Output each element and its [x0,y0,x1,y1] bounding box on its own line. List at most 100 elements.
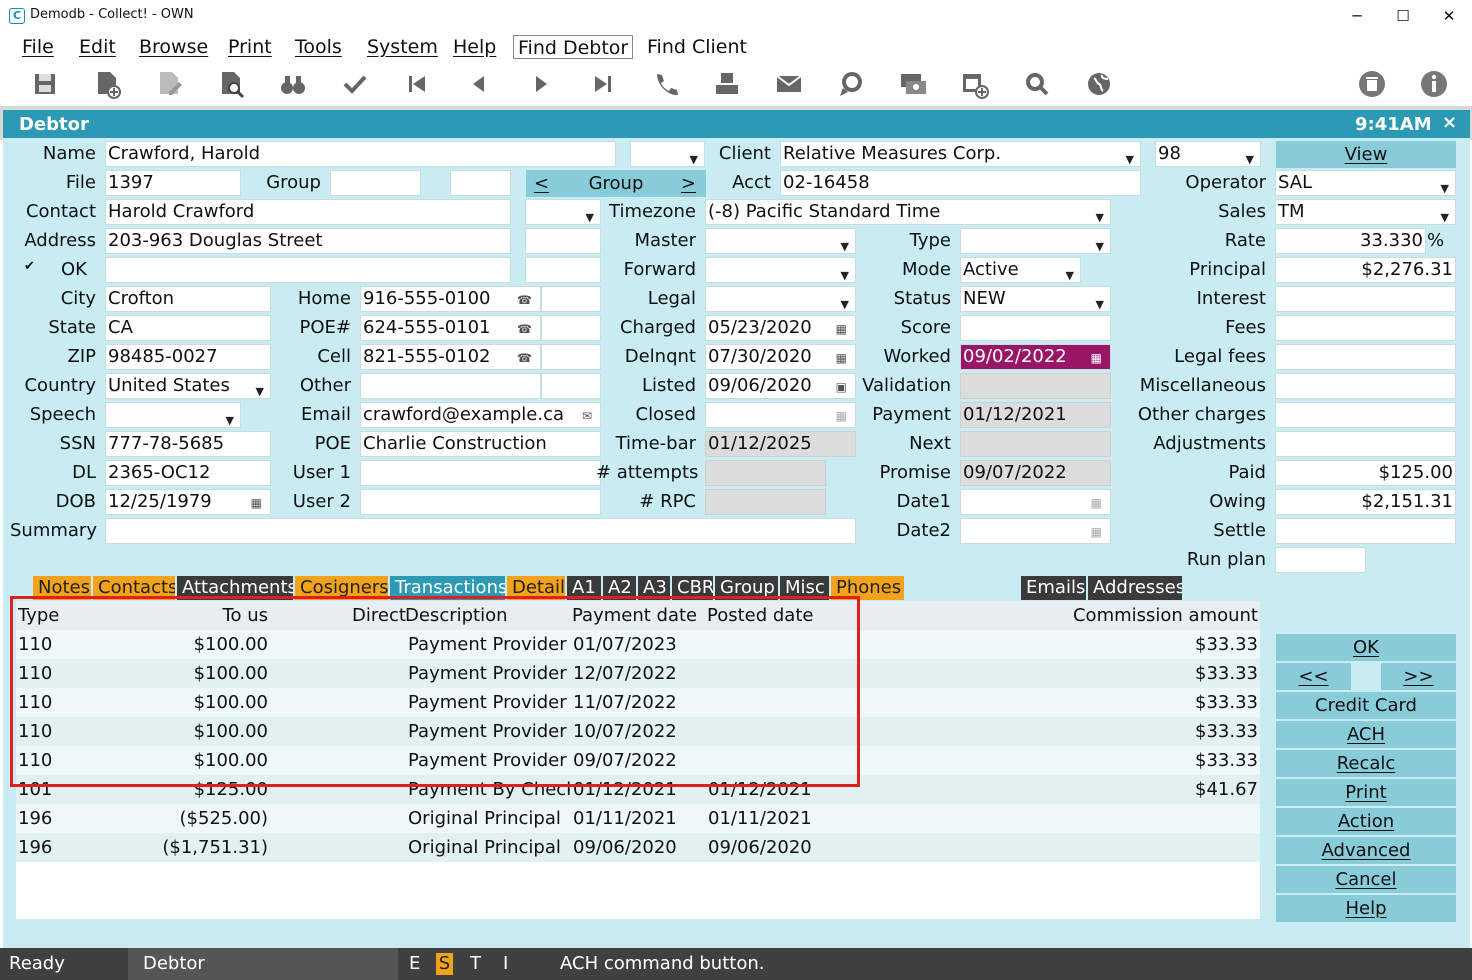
home-phone-field[interactable]: 916-555-0100 ☎ [360,286,541,312]
score-field[interactable] [960,315,1111,341]
poe-field[interactable]: Charlie Construction [360,431,601,457]
client-number-select[interactable]: 98 ▼ [1155,141,1261,167]
mail-icon[interactable] [773,68,805,100]
calendar-icon[interactable]: ▦ [1091,520,1102,543]
tab-addresses[interactable]: Addresses [1088,576,1182,600]
menu-system[interactable]: System [363,35,442,59]
ok-button[interactable]: OK [1276,634,1456,661]
cell-ext-field[interactable] [541,344,601,370]
view-button[interactable]: View [1276,141,1456,168]
menu-find-client[interactable]: Find Client [643,35,751,59]
phone-icon[interactable]: ☎ [517,317,532,340]
other-charges-field[interactable] [1275,402,1456,428]
group-next-button[interactable]: > [681,170,696,197]
forward-select[interactable]: ▼ [705,257,856,283]
menu-browse[interactable]: Browse [135,35,212,59]
mode-select[interactable]: Active ▼ [960,257,1081,283]
state-field[interactable]: CA [105,315,271,341]
client-select[interactable]: Relative Measures Corp. ▼ [780,141,1141,167]
cancel-button[interactable]: Cancel [1276,866,1456,893]
acct-field[interactable]: 02-16458 [780,170,1141,196]
poe-ext-field[interactable] [541,315,601,341]
miscellaneous-field[interactable] [1275,373,1456,399]
name-field[interactable]: Crawford, Harold [105,141,616,167]
status-select[interactable]: NEW ▼ [960,286,1111,312]
maximize-button[interactable]: ☐ [1380,2,1426,30]
chat-icon[interactable] [835,68,867,100]
file-field[interactable]: 1397 [105,170,241,196]
table-row[interactable]: 196 ($525.00) Original Principal 01/11/2… [16,804,1260,833]
menu-tools[interactable]: Tools [291,35,346,59]
ach-button[interactable]: ACH [1276,721,1456,748]
calendar-icon[interactable]: ▦ [836,317,847,340]
run-plan-field[interactable] [1275,547,1366,573]
address-extra-field[interactable] [525,228,601,254]
rate-field[interactable]: 33.330 [1275,228,1426,254]
speech-select[interactable]: ▼ [105,402,241,428]
contact-dropdown[interactable]: ▼ [525,199,601,225]
print-icon[interactable] [711,68,743,100]
phone-icon[interactable]: ☎ [517,288,532,311]
preview-icon[interactable] [215,68,247,100]
date1-field[interactable]: ▦ [960,489,1111,515]
calendar-icon[interactable]: ▦ [251,491,262,514]
group-prev-button[interactable]: < [534,170,549,197]
type-select[interactable]: ▼ [960,228,1111,254]
prev-icon[interactable] [463,68,495,100]
listed-field[interactable]: 09/06/2020 ▣ [705,373,856,399]
print-button[interactable]: Print [1276,779,1456,806]
next-icon[interactable] [525,68,557,100]
name-dropdown[interactable]: ▼ [630,141,705,167]
delete-icon[interactable] [1356,68,1388,100]
calendar-icon[interactable]: ▦ [836,404,847,427]
address-line2-extra-field[interactable] [525,257,601,283]
new-icon[interactable] [91,68,123,100]
owing-field[interactable]: $2,151.31 [1275,489,1456,515]
legal-select[interactable]: ▼ [705,286,856,312]
mail-icon[interactable]: ✉ [582,404,592,427]
credit-card-button[interactable]: Credit Card [1276,692,1456,719]
save-icon[interactable] [29,68,61,100]
menu-file[interactable]: File [18,35,58,59]
visa-icon[interactable] [897,68,929,100]
poe-phone-field[interactable]: 624-555-0101 ☎ [360,315,541,341]
help-button[interactable]: Help [1276,895,1456,922]
action-button[interactable]: Action [1276,808,1456,835]
globe-icon[interactable] [1083,68,1115,100]
cell-phone-field[interactable]: 821-555-0102 ☎ [360,344,541,370]
worked-field[interactable]: 09/02/2022 ▦ [960,344,1111,370]
recalc-button[interactable]: Recalc [1276,750,1456,777]
dl-field[interactable]: 2365-OC12 [105,460,271,486]
adjustments-field[interactable] [1275,431,1456,457]
city-field[interactable]: Crofton [105,286,271,312]
operator-select[interactable]: SAL ▼ [1275,170,1456,196]
address-field[interactable]: 203-963 Douglas Street [105,228,511,254]
menu-edit[interactable]: Edit [75,35,120,59]
search-icon[interactable] [1021,68,1053,100]
paid-field[interactable]: $125.00 [1275,460,1456,486]
user1-field[interactable] [360,460,601,486]
address-line2-field[interactable] [105,257,511,283]
advanced-button[interactable]: Advanced [1276,837,1456,864]
country-select[interactable]: United States ▼ [105,373,271,399]
edit-icon[interactable] [153,68,185,100]
legal-fees-field[interactable] [1275,344,1456,370]
charged-field[interactable]: 05/23/2020 ▦ [705,315,856,341]
group-navigator[interactable]: < Group > [526,170,706,197]
close-form-icon[interactable]: × [1442,112,1457,133]
menu-print[interactable]: Print [224,35,276,59]
zip-field[interactable]: 98485-0027 [105,344,271,370]
calendar-add-icon[interactable] [959,68,991,100]
calendar-icon[interactable]: ▦ [836,346,847,369]
table-row[interactable]: 196 ($1,751.31) Original Principal 09/06… [16,833,1260,862]
other-ext-field[interactable] [541,373,601,399]
settle-field[interactable] [1275,518,1456,544]
user2-field[interactable] [360,489,601,515]
fees-field[interactable] [1275,315,1456,341]
delnqnt-field[interactable]: 07/30/2020 ▦ [705,344,856,370]
menu-help[interactable]: Help [449,35,500,59]
timezone-select[interactable]: (-8) Pacific Standard Time ▼ [705,199,1111,225]
find-icon[interactable] [277,68,309,100]
dob-field[interactable]: 12/25/1979 ▦ [105,489,271,515]
tab-emails[interactable]: Emails [1021,576,1086,600]
